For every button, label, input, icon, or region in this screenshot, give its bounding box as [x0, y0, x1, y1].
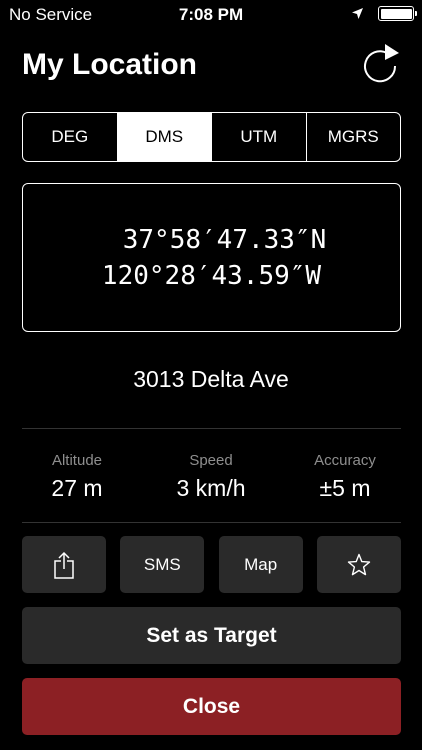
- favorite-button[interactable]: [316, 536, 401, 593]
- refresh-button[interactable]: [360, 42, 402, 86]
- refresh-icon: [364, 44, 399, 83]
- tab-deg[interactable]: DEG: [23, 113, 117, 161]
- stat-value: 3 km/h: [176, 475, 246, 501]
- format-selector: DEG DMS UTM MGRS: [22, 112, 401, 162]
- page-title: My Location: [22, 48, 198, 81]
- stat-label: Speed: [189, 452, 233, 469]
- star-icon: [347, 553, 371, 575]
- status-bar: No Service 7:08 PM: [0, 0, 422, 30]
- divider: [22, 428, 401, 429]
- longitude-value: 120°28′43.59″W: [101, 260, 322, 291]
- share-icon: [54, 551, 74, 579]
- stat-accuracy: Accuracy ±5 m: [278, 452, 412, 502]
- stat-altitude: Altitude 27 m: [10, 452, 144, 502]
- status-icons: [351, 6, 417, 21]
- share-button[interactable]: [22, 536, 106, 593]
- location-arrow-icon: [352, 8, 363, 19]
- stat-value: ±5 m: [319, 475, 371, 501]
- tab-utm[interactable]: UTM: [211, 113, 306, 161]
- tab-mgrs[interactable]: MGRS: [305, 113, 401, 161]
- latitude-value: 37°58′47.33″N: [122, 224, 327, 255]
- stat-value: 27 m: [51, 475, 103, 501]
- address-label: 3013 Delta Ave: [133, 366, 289, 392]
- battery-icon: [378, 6, 417, 21]
- close-button[interactable]: Close: [22, 678, 401, 735]
- action-row: SMS Map: [22, 536, 401, 593]
- sms-button[interactable]: SMS: [120, 536, 205, 593]
- battery-level: [380, 8, 412, 19]
- stat-label: Accuracy: [314, 452, 376, 469]
- stats-row: Altitude 27 m Speed 3 km/h Accuracy ±5 m: [10, 452, 412, 502]
- map-button[interactable]: Map: [218, 536, 303, 593]
- divider: [22, 522, 401, 523]
- tab-dms[interactable]: DMS: [116, 113, 211, 161]
- stat-label: Altitude: [51, 452, 103, 469]
- coordinates-display: 37°58′47.33″N 120°28′43.59″W: [22, 183, 401, 332]
- set-as-target-button[interactable]: Set as Target: [22, 607, 401, 664]
- stat-speed: Speed 3 km/h: [144, 452, 278, 502]
